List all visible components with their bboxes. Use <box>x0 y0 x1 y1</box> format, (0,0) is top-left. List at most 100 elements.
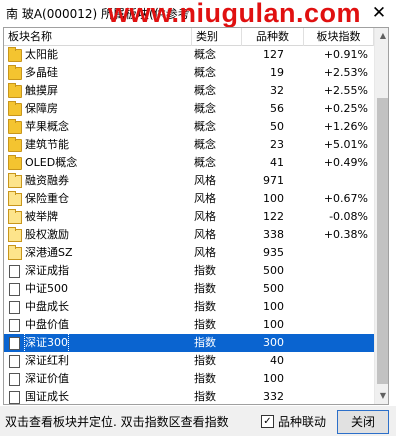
row-index: +5.01% <box>323 138 368 151</box>
table-row[interactable]: 融资融券 风格 971 <box>4 172 374 190</box>
row-count: 32 <box>270 84 284 97</box>
row-name-cell: 多晶硅 <box>4 64 192 82</box>
row-type: 风格 <box>194 246 216 259</box>
row-count: 100 <box>263 372 284 385</box>
table-row[interactable]: 建筑节能 概念 23 +5.01% <box>4 136 374 154</box>
row-name: 太阳能 <box>25 48 58 61</box>
row-index <box>304 388 374 404</box>
row-count: 500 <box>263 282 284 295</box>
row-index <box>304 298 374 316</box>
close-button[interactable]: 关闭 <box>337 410 389 434</box>
row-count: 100 <box>263 318 284 331</box>
row-name-cell: 深证价值 <box>4 370 192 388</box>
table-row[interactable]: 深港通SZ 风格 935 <box>4 244 374 262</box>
table-row[interactable]: 被举牌 风格 122 -0.08% <box>4 208 374 226</box>
row-index: +2.53% <box>323 66 368 79</box>
table-row[interactable]: 中盘价值 指数 100 <box>4 316 374 334</box>
row-type: 概念 <box>194 48 216 61</box>
row-count: 100 <box>263 192 284 205</box>
scroll-thumb[interactable] <box>377 98 388 384</box>
row-name-cell: 中盘价值 <box>4 316 192 334</box>
table-row[interactable]: 中盘成长 指数 100 <box>4 298 374 316</box>
document-icon <box>9 318 20 332</box>
table-row[interactable]: 深证价值 指数 100 <box>4 370 374 388</box>
table-row[interactable]: 太阳能 概念 127 +0.91% <box>4 46 374 64</box>
row-index: +0.25% <box>323 102 368 115</box>
row-name-cell: 被举牌 <box>4 208 192 226</box>
header-type[interactable]: 类别 <box>192 28 242 46</box>
row-index: +1.26% <box>323 120 368 133</box>
row-index: +2.55% <box>323 84 368 97</box>
row-name: 深港通SZ <box>25 246 73 259</box>
row-name-cell: 深证红利 <box>4 352 192 370</box>
header-name[interactable]: 板块名称 <box>4 28 192 46</box>
row-name-cell: 股权激励 <box>4 226 192 244</box>
row-count: 338 <box>263 228 284 241</box>
header-index[interactable]: 板块指数 <box>304 28 374 46</box>
scroll-down-icon[interactable]: ▼ <box>375 388 388 404</box>
row-count: 19 <box>270 66 284 79</box>
table-row[interactable]: 股权激励 风格 338 +0.38% <box>4 226 374 244</box>
watermark: www.niugulan.com <box>108 0 362 28</box>
table-row[interactable]: OLED概念 概念 41 +0.49% <box>4 154 374 172</box>
row-name-cell: 保障房 <box>4 100 192 118</box>
row-type: 风格 <box>194 210 216 223</box>
table-row[interactable]: 中证500 指数 500 <box>4 280 374 298</box>
row-name: 中盘价值 <box>25 318 69 331</box>
status-bar: 双击查看板块并定位. 双击指数区查看指数 ✓ 品种联动 关闭 <box>0 406 396 436</box>
row-name: 深证300 <box>24 334 69 352</box>
row-type: 指数 <box>194 336 216 349</box>
folder-open-icon <box>8 190 22 206</box>
sector-table: 板块名称 类别 品种数 板块指数 太阳能 概念 127 +0.91% 多晶硅 概念 19 +2… <box>3 27 389 405</box>
scroll-up-icon[interactable]: ▲ <box>375 28 388 44</box>
row-name-cell: 国证成长 <box>4 388 192 404</box>
row-type: 概念 <box>194 84 216 97</box>
row-type: 指数 <box>194 318 216 331</box>
row-count: 971 <box>263 174 284 187</box>
row-count: 100 <box>263 300 284 313</box>
document-icon <box>9 372 20 386</box>
table-row[interactable]: 苹果概念 概念 50 +1.26% <box>4 118 374 136</box>
row-index: +0.67% <box>323 192 368 205</box>
document-icon <box>9 354 20 368</box>
row-index <box>304 334 374 352</box>
table-row[interactable]: 保险重仓 风格 100 +0.67% <box>4 190 374 208</box>
row-index: -0.08% <box>329 210 368 223</box>
row-type: 概念 <box>194 138 216 151</box>
table-row[interactable]: 保障房 概念 56 +0.25% <box>4 100 374 118</box>
row-count: 40 <box>270 354 284 367</box>
table-body: 太阳能 概念 127 +0.91% 多晶硅 概念 19 +2.53% 触摸屏 概念 32 +2.55%… <box>4 46 374 404</box>
table-row[interactable]: 深证红利 指数 40 <box>4 352 374 370</box>
table-header: 板块名称 类别 品种数 板块指数 <box>4 28 374 46</box>
row-name: 股权激励 <box>25 228 69 241</box>
row-name: 保障房 <box>25 102 58 115</box>
table-row[interactable]: 国证成长 指数 332 <box>4 388 374 404</box>
table-row[interactable]: 触摸屏 概念 32 +2.55% <box>4 82 374 100</box>
row-name-cell: 融资融券 <box>4 172 192 190</box>
document-icon <box>9 300 20 314</box>
row-index: +0.38% <box>323 228 368 241</box>
table-row[interactable]: 深证300 指数 300 <box>4 334 374 352</box>
title-bar[interactable]: 南 玻A(000012) 所属板块(供参考 www.niugulan.com ✕ <box>0 0 396 28</box>
row-name-cell: 中盘成长 <box>4 298 192 316</box>
folder-open-icon <box>8 244 22 260</box>
row-type: 概念 <box>194 66 216 79</box>
row-count: 300 <box>263 336 284 349</box>
document-icon <box>9 264 20 278</box>
row-name-cell: 深证300 <box>4 334 192 352</box>
row-type: 概念 <box>194 102 216 115</box>
table-row[interactable]: 多晶硅 概念 19 +2.53% <box>4 64 374 82</box>
status-hint: 双击查看板块并定位. 双击指数区查看指数 <box>5 415 229 429</box>
row-count: 56 <box>270 102 284 115</box>
row-name: 苹果概念 <box>25 120 69 133</box>
folder-icon <box>8 82 22 98</box>
table-row[interactable]: 深证成指 指数 500 <box>4 262 374 280</box>
row-index <box>304 352 374 370</box>
header-count[interactable]: 品种数 <box>242 28 304 46</box>
row-name-cell: 太阳能 <box>4 46 192 64</box>
link-checkbox[interactable]: ✓ <box>261 415 274 428</box>
close-icon[interactable]: ✕ <box>362 0 396 26</box>
vertical-scrollbar[interactable]: ▲ ▼ <box>374 28 388 404</box>
link-checkbox-label[interactable]: 品种联动 <box>278 413 326 430</box>
row-index <box>304 280 374 298</box>
